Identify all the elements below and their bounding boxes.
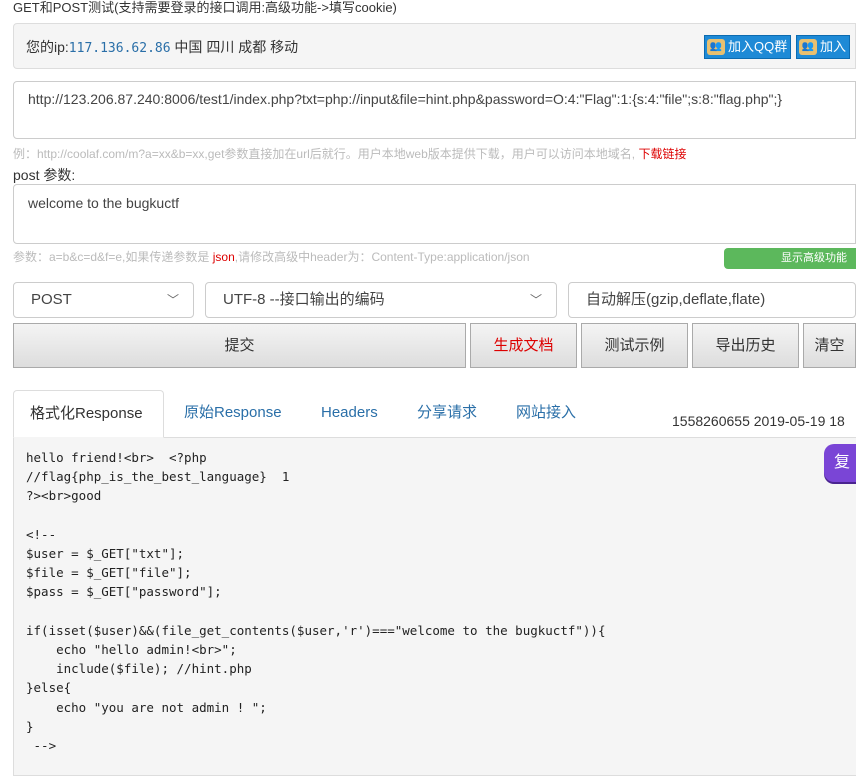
response-body: hello friend!<br> <?php //flag{php_is_th… [13,437,856,776]
ip-location: 中国 四川 成都 移动 [170,39,299,55]
join-qq-group-button-2[interactable]: 👥 加入 [796,35,851,59]
join-qq-group-button[interactable]: 👥 加入QQ群 [704,35,792,59]
submit-button[interactable]: 提交 [13,323,466,368]
tab-site-integration[interactable]: 网站接入 [500,390,592,438]
tab-formatted-response[interactable]: 格式化Response [13,390,164,438]
qq-people-icon: 👥 [707,39,725,55]
generate-doc-button[interactable]: 生成文档 [470,323,577,368]
export-history-button[interactable]: 导出历史 [692,323,799,368]
post-params-label: post 参数: [13,167,76,183]
tab-headers[interactable]: Headers [305,390,394,438]
chevron-down-icon: ﹀ [529,293,542,307]
tab-share-request[interactable]: 分享请求 [401,390,493,438]
post-hint-json: json [212,250,235,264]
ip-address: 117.136.62.86 [68,41,171,56]
chevron-down-icon: ﹀ [166,293,179,307]
url-hint: 例：http://coolaf.com/m?a=xx&b=xx,get参数直接加… [13,145,686,162]
encoding-value: UTF-8 --接口输出的编码 [223,291,385,308]
show-advanced-button[interactable]: 显示高级功能 [724,248,856,269]
ip-info: 您的ip:117.136.62.86 中国 四川 成都 移动 [26,37,298,57]
response-timestamp: 1558260655 2019-05-19 18 [672,413,845,429]
tab-raw-response[interactable]: 原始Response [168,390,298,438]
encoding-select[interactable]: UTF-8 --接口输出的编码 ﹀ [205,282,557,318]
post-hint: 参数：a=b&c=d&f=e,如果传递参数是 json,请修改高级中header… [13,248,530,265]
qq-people-icon: 👥 [799,39,817,55]
url-input[interactable]: http://123.206.87.240:8006/test1/index.p… [13,81,856,139]
post-hint-text: 参数：a=b&c=d&f=e,如果传递参数是 [13,250,213,264]
join-qq-label: 加入QQ群 [728,39,788,54]
join-qq-label: 加入 [820,39,847,54]
post-hint-text-2: ,请修改高级中header为：Content-Type:application/… [234,250,530,264]
method-select[interactable]: POST ﹀ [13,282,194,318]
clear-button[interactable]: 清空 [803,323,856,368]
url-hint-text: 例：http://coolaf.com/m?a=xx&b=xx,get参数直接加… [13,147,639,161]
page-title: GET和POST测试(支持需要登录的接口调用:高级功能->填写cookie) [13,0,397,15]
ip-bar: 您的ip:117.136.62.86 中国 四川 成都 移动 👥 加入QQ群 👥 加… [13,23,856,69]
ip-prefix: 您的ip: [26,39,69,55]
test-examples-button[interactable]: 测试示例 [581,323,688,368]
post-params-input[interactable]: welcome to the bugkuctf [13,184,856,244]
method-value: POST [31,291,72,308]
decompress-select[interactable]: 自动解压(gzip,deflate,flate) [568,282,856,318]
download-link[interactable]: 下载链接 [638,147,686,161]
decompress-value: 自动解压(gzip,deflate,flate) [586,291,766,308]
copy-button[interactable]: 复 [824,444,856,482]
